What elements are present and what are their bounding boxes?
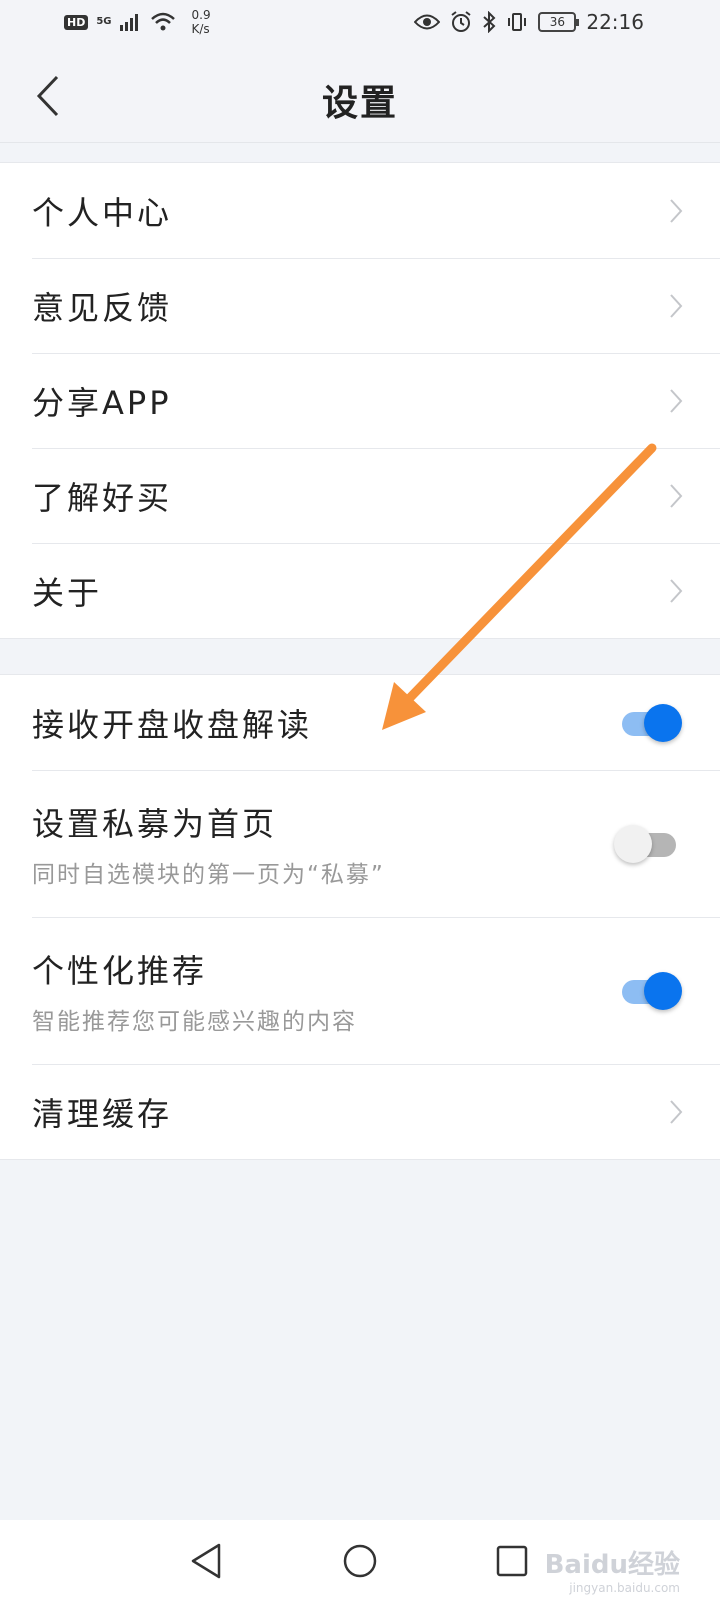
settings-item-share-app[interactable]: 分享APP <box>0 353 720 448</box>
toggle-knob <box>614 824 652 863</box>
page-title: 设置 <box>321 83 398 124</box>
watermark-url: jingyan.baidu.com <box>569 1581 680 1595</box>
settings-group-preferences: 接收开盘收盘解读 设置私募为首页 同时自选模块的第一页为“私募” 个性化推荐 智… <box>0 674 720 1160</box>
nav-home-button[interactable] <box>335 1536 385 1586</box>
chevron-right-icon <box>670 578 683 603</box>
status-bar: HD 5G 0.9 K/s 36 22:16 <box>0 0 720 50</box>
settings-item-label: 分享APP <box>32 383 172 422</box>
nav-recents-button[interactable] <box>487 1536 537 1586</box>
speed-value: 0.9 <box>191 8 211 22</box>
network-type: 5G <box>96 16 112 27</box>
settings-item-market-commentary: 接收开盘收盘解读 <box>0 675 720 770</box>
hd-icon: HD <box>64 14 89 30</box>
settings-item-label: 个性化推荐 <box>32 951 208 990</box>
wifi-icon <box>150 12 175 31</box>
square-recents-icon <box>496 1545 528 1577</box>
settings-item-feedback[interactable]: 意见反馈 <box>0 258 720 353</box>
signal-icon <box>119 14 138 31</box>
settings-item-label: 接收开盘收盘解读 <box>32 705 313 744</box>
private-fund-home-toggle[interactable] <box>614 824 682 864</box>
settings-item-personalized-recommendation: 个性化推荐 智能推荐您可能感兴趣的内容 <box>0 917 720 1064</box>
bluetooth-icon <box>483 11 496 33</box>
personalized-recommendation-toggle[interactable] <box>618 971 682 1011</box>
eye-icon <box>414 14 441 30</box>
settings-item-label: 关于 <box>32 573 103 612</box>
toggle-knob <box>644 971 682 1010</box>
settings-item-label: 清理缓存 <box>32 1094 173 1133</box>
baidu-watermark: Baidu经验 jingyan.baidu.com <box>545 1552 680 1594</box>
settings-item-learn-more[interactable]: 了解好买 <box>0 448 720 543</box>
nav-back-button[interactable] <box>181 1536 231 1586</box>
settings-item-about[interactable]: 关于 <box>0 543 720 638</box>
settings-item-subtitle: 智能推荐您可能感兴趣的内容 <box>32 1008 357 1035</box>
settings-item-label: 意见反馈 <box>32 288 173 327</box>
chevron-right-icon <box>670 388 683 413</box>
settings-item-label: 个人中心 <box>32 193 173 232</box>
clock: 22:16 <box>586 10 644 34</box>
chevron-right-icon <box>670 1099 683 1124</box>
market-commentary-toggle[interactable] <box>618 703 682 743</box>
vibrate-icon <box>508 13 527 31</box>
header: 设置 <box>0 50 720 143</box>
watermark-brand: Baidu经验 <box>544 1550 680 1580</box>
network-speed: 0.9 K/s <box>192 8 211 36</box>
circle-home-icon <box>343 1544 377 1578</box>
settings-item-clear-cache[interactable]: 清理缓存 <box>0 1064 720 1159</box>
settings-item-private-fund-home: 设置私募为首页 同时自选模块的第一页为“私募” <box>0 770 720 917</box>
triangle-back-icon <box>191 1543 221 1579</box>
speed-unit: K/s <box>191 22 210 36</box>
chevron-right-icon <box>670 198 683 223</box>
settings-item-label: 设置私募为首页 <box>32 804 278 843</box>
battery-icon: 36 <box>538 12 580 32</box>
toggle-knob <box>644 703 682 742</box>
settings-item-label: 了解好买 <box>32 478 173 517</box>
chevron-right-icon <box>670 483 683 508</box>
alarm-icon <box>451 11 471 32</box>
settings-group-general: 个人中心 意见反馈 分享APP 了解好买 关于 <box>0 162 720 639</box>
settings-item-personal-center[interactable]: 个人中心 <box>0 163 720 258</box>
chevron-right-icon <box>670 293 683 318</box>
settings-item-subtitle: 同时自选模块的第一页为“私募” <box>32 861 385 888</box>
system-nav-bar: Baidu经验 jingyan.baidu.com <box>0 1520 720 1600</box>
